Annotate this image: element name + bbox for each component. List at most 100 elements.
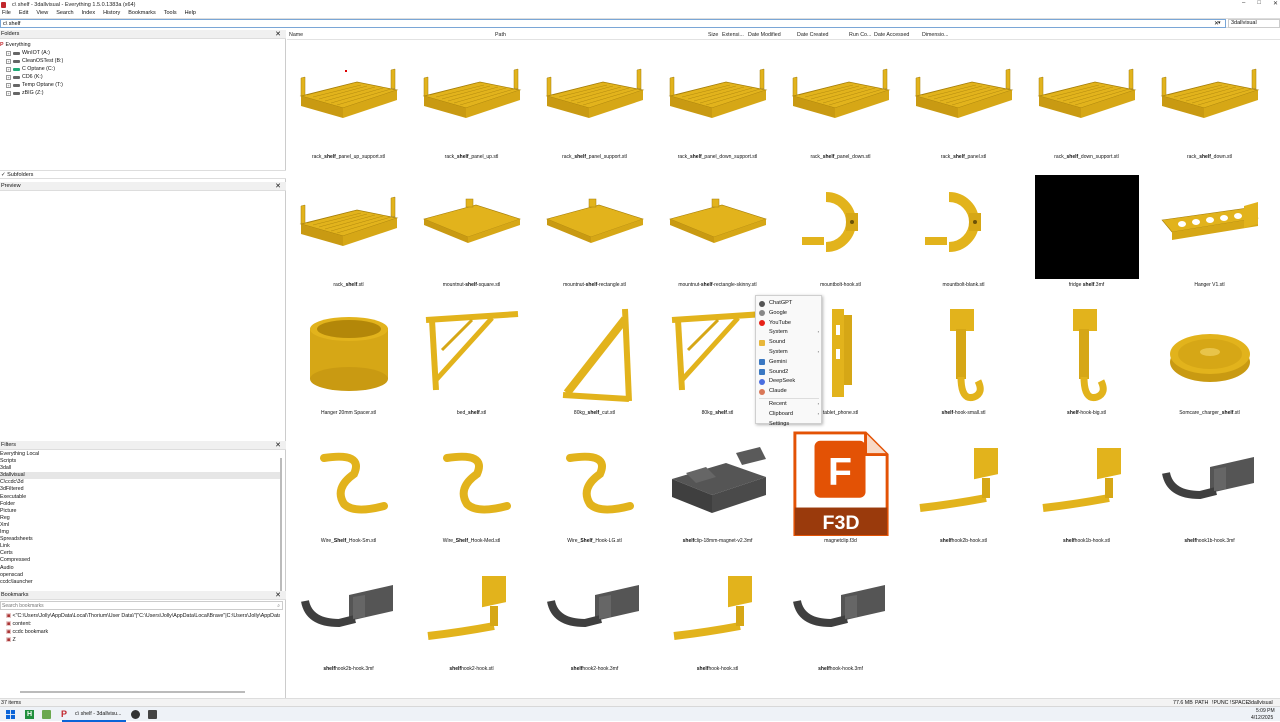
context-menu-item[interactable]: DeepSeek — [756, 377, 822, 387]
file-thumbnail[interactable]: rack_shelf_panel_down_support.stl — [656, 44, 779, 172]
file-thumbnail[interactable]: shelfhook1b-hook.stl — [1025, 428, 1148, 556]
file-thumbnail[interactable]: shelfclip-18mm-magnet-v2.3mf — [656, 428, 779, 556]
tree-drive-c[interactable]: + C Optane (C:) — [0, 65, 63, 73]
everything-taskbar-icon[interactable]: P — [61, 710, 70, 719]
context-menu-item[interactable]: Settings — [756, 420, 822, 430]
filter-item[interactable]: Link — [0, 543, 280, 550]
file-thumbnail[interactable]: shelfhook2-hook.stl — [410, 556, 533, 684]
context-menu-item[interactable]: Gemini — [756, 358, 822, 368]
close-folders-icon[interactable]: ✕ — [275, 30, 281, 39]
filter-item[interactable]: Audio — [0, 565, 280, 572]
file-thumbnail[interactable]: mountbolt-hook.stl — [779, 172, 902, 300]
context-menu-item[interactable]: System › — [756, 348, 822, 358]
subfolders-toggle[interactable]: ✓ Subfolders — [0, 170, 286, 179]
file-thumbnail[interactable]: rack_shelf_panel.stl — [902, 44, 1025, 172]
file-thumbnail[interactable]: shelfhook2-hook.3mf — [533, 556, 656, 684]
filter-item[interactable]: Everything Local — [0, 451, 280, 458]
filter-item[interactable]: 3dallvisual — [0, 472, 280, 480]
app-h-icon[interactable]: H — [25, 710, 34, 719]
filter-item[interactable]: Spreadsheets — [0, 536, 280, 543]
file-thumbnail[interactable]: rack_shelf_panel_support.stl — [533, 44, 656, 172]
file-thumbnail[interactable]: shelfhook2b-hook.3mf — [287, 556, 410, 684]
file-thumbnail[interactable]: F F3D magnetclip.f3d — [779, 428, 902, 556]
context-menu-item[interactable]: Google — [756, 309, 822, 319]
search-input[interactable] — [0, 19, 1226, 28]
context-menu-item[interactable]: Sound — [756, 338, 822, 348]
bookmark-item[interactable]: ▣ Z — [0, 636, 280, 644]
column-date-created[interactable]: Date Created — [797, 32, 829, 38]
file-thumbnail[interactable]: bed_shelf.stl — [410, 300, 533, 428]
column-path[interactable]: Path — [495, 32, 506, 38]
file-thumbnail[interactable]: Wire_Shelf_Hook-Med.stl — [410, 428, 533, 556]
bookmarks-search-input[interactable]: Search bookmarks ⌕ — [0, 601, 283, 610]
close-preview-icon[interactable]: ✕ — [275, 182, 281, 191]
menu-search[interactable]: Search — [56, 10, 73, 18]
expand-icon[interactable]: + — [6, 58, 11, 64]
file-thumbnail[interactable]: Wire_Shelf_Hook-LG.stl — [533, 428, 656, 556]
tree-drive-k[interactable]: + CD6 (K:) — [0, 73, 63, 81]
file-thumbnail[interactable]: shelfhook-hook.stl — [656, 556, 779, 684]
bookmark-item[interactable]: ▣ ccdc bookmark — [0, 628, 280, 636]
filter-item[interactable]: Reg — [0, 515, 280, 522]
file-thumbnail[interactable]: rack_shelf_panel_up_support.stl — [287, 44, 410, 172]
menu-history[interactable]: History — [103, 10, 120, 18]
file-thumbnail[interactable]: shelfhook-hook.3mf — [779, 556, 902, 684]
filter-item[interactable]: Certs — [0, 550, 280, 557]
filter-item[interactable]: 3dall — [0, 465, 280, 472]
menu-bookmarks[interactable]: Bookmarks — [128, 10, 156, 18]
menu-file[interactable]: File — [2, 10, 11, 18]
filter-select[interactable]: 3dallvisual — [1228, 19, 1280, 28]
bookmark-item[interactable]: ▣ <"C:\Users\Jolly\AppData\Local\Thorium… — [0, 612, 280, 620]
filter-item[interactable]: C\ccdc\3d — [0, 479, 280, 486]
minimize-button[interactable]: – — [1242, 0, 1245, 7]
close-filters-icon[interactable]: ✕ — [275, 441, 281, 450]
filter-item[interactable]: Xml — [0, 522, 280, 529]
context-menu-item[interactable]: ChatGPT — [756, 299, 822, 309]
menu-edit[interactable]: Edit — [19, 10, 28, 18]
file-thumbnail[interactable]: rack_shelf_panel_down.stl — [779, 44, 902, 172]
monitor-icon[interactable] — [148, 710, 157, 719]
file-thumbnail[interactable]: mountnut-shelf-square.stl — [410, 172, 533, 300]
column-run-count[interactable]: Run Co... — [849, 32, 871, 38]
file-thumbnail[interactable]: rack_shelf_panel_up.stl — [410, 44, 533, 172]
file-thumbnail[interactable]: rack_shelf.stl — [287, 172, 410, 300]
taskbar-task-label[interactable]: c\ shelf - 3dallvisu... — [75, 711, 122, 717]
filter-item[interactable]: Picture — [0, 508, 280, 515]
context-menu-item[interactable]: System › — [756, 328, 822, 338]
maximize-button[interactable]: □ — [1257, 0, 1261, 7]
column-extension[interactable]: Extensi... — [722, 32, 744, 38]
menu-help[interactable]: Help — [185, 10, 196, 18]
file-thumbnail[interactable]: Somcare_charger_shelf.stl — [1148, 300, 1271, 428]
close-bookmarks-icon[interactable]: ✕ — [275, 591, 281, 600]
browser-icon[interactable] — [131, 710, 140, 719]
bookmarks-hscrollbar[interactable] — [20, 691, 245, 693]
tree-drive-t[interactable]: + Temp Optane (T:) — [0, 81, 63, 89]
file-thumbnail[interactable]: shelf-hook-big.stl — [1025, 300, 1148, 428]
magnifier-icon[interactable]: ⌕ — [277, 602, 280, 610]
expand-icon[interactable]: + — [6, 66, 11, 72]
file-thumbnail[interactable]: mountnut-shelf-rectangle.stl — [533, 172, 656, 300]
windows-start-icon[interactable] — [6, 710, 15, 719]
expand-icon[interactable]: + — [6, 90, 11, 96]
file-thumbnail[interactable]: Wire_Shelf_Hook-Sm.stl — [287, 428, 410, 556]
column-date-modified[interactable]: Date Modified — [748, 32, 781, 38]
close-window-button[interactable]: ✕ — [1273, 0, 1278, 7]
column-name[interactable]: Name — [289, 32, 303, 38]
file-thumbnail[interactable]: Hanger 20mm Spacer.stl — [287, 300, 410, 428]
filter-item[interactable]: openscad — [0, 572, 280, 579]
column-dimensions[interactable]: Dimensio... — [922, 32, 949, 38]
tree-drive-b[interactable]: + CleanOSTest (B:) — [0, 57, 63, 65]
file-thumbnail[interactable]: 80kg_shelf_cut.stl — [533, 300, 656, 428]
column-date-accessed[interactable]: Date Accessed — [874, 32, 909, 38]
context-menu-item[interactable]: Clipboard › — [756, 410, 822, 420]
expand-icon[interactable]: + — [6, 82, 11, 88]
context-menu-item[interactable]: Recent › — [756, 400, 822, 410]
filter-item[interactable]: Img — [0, 529, 280, 536]
file-thumbnail[interactable]: rack_shelf_down_support.stl — [1025, 44, 1148, 172]
context-menu-item[interactable]: Sound2 — [756, 368, 822, 378]
file-thumbnail[interactable]: mountbolt-blank.stl — [902, 172, 1025, 300]
menu-tools[interactable]: Tools — [164, 10, 177, 18]
menu-index[interactable]: Index — [82, 10, 95, 18]
file-thumbnail[interactable]: mountnut-shelf-rectangle-skinny.stl — [656, 172, 779, 300]
menu-view[interactable]: View — [36, 10, 48, 18]
